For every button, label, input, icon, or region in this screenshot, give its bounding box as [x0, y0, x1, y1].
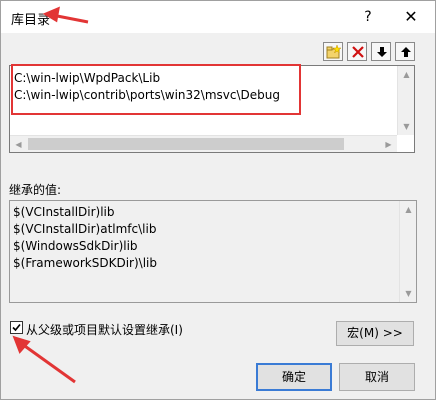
scroll-right-arrow-icon[interactable]: ▶: [380, 136, 397, 153]
new-line-button[interactable]: [323, 42, 343, 61]
new-folder-icon: [326, 45, 342, 59]
delete-line-button[interactable]: [347, 42, 367, 61]
title-bar[interactable]: 库目录 ? ✕: [1, 1, 435, 33]
inherited-values-list: $(VCInstallDir)lib $(VCInstallDir)atlmfc…: [9, 200, 417, 303]
directory-entry[interactable]: C:\win-lwip\WpdPack\Lib: [14, 71, 160, 85]
library-directories-dialog: 库目录 ? ✕ C:\win-lwip\WpdPack\Lib C:\win-l…: [0, 0, 436, 400]
inherited-values-label: 继承的值:: [9, 183, 62, 197]
scroll-left-arrow-icon[interactable]: ◀: [10, 136, 27, 153]
window-title: 库目录: [11, 13, 51, 28]
scroll-thumb[interactable]: [28, 138, 344, 150]
directory-entry[interactable]: C:\win-lwip\contrib\ports\win32\msvc\Deb…: [14, 88, 280, 102]
move-up-button[interactable]: [395, 42, 415, 61]
inherit-checkbox[interactable]: [10, 321, 23, 334]
scroll-up-arrow-icon[interactable]: ▲: [398, 66, 415, 83]
checkmark-icon: [12, 323, 21, 332]
inherited-value: $(VCInstallDir)lib: [13, 205, 115, 219]
move-up-icon: [401, 47, 411, 57]
vertical-scrollbar[interactable]: ▲ ▼: [399, 201, 416, 302]
inherited-value: $(WindowsSdkDir)lib: [13, 239, 138, 253]
inherited-value: $(FrameworkSDKDir)\lib: [13, 256, 157, 270]
cancel-button[interactable]: 取消: [339, 363, 415, 391]
close-button[interactable]: ✕: [396, 5, 426, 29]
scroll-down-arrow-icon[interactable]: ▼: [400, 285, 417, 302]
vertical-scrollbar[interactable]: ▲ ▼: [397, 66, 414, 135]
macro-button[interactable]: 宏(M) >>: [336, 321, 414, 346]
horizontal-scrollbar[interactable]: ◀ ▶: [10, 135, 397, 152]
scroll-down-arrow-icon[interactable]: ▼: [398, 118, 415, 135]
inherit-checkbox-label[interactable]: 从父级或项目默认设置继承(I): [26, 321, 183, 338]
ok-button[interactable]: 确定: [256, 363, 332, 391]
scroll-up-arrow-icon[interactable]: ▲: [400, 201, 417, 218]
move-down-icon: [377, 47, 387, 57]
directory-list[interactable]: C:\win-lwip\WpdPack\Lib C:\win-lwip\cont…: [9, 65, 415, 153]
delete-icon: [352, 46, 364, 58]
inherited-value: $(VCInstallDir)atlmfc\lib: [13, 222, 157, 236]
move-down-button[interactable]: [371, 42, 391, 61]
background-window-strip: [0, 400, 436, 411]
help-button[interactable]: ?: [353, 5, 383, 29]
